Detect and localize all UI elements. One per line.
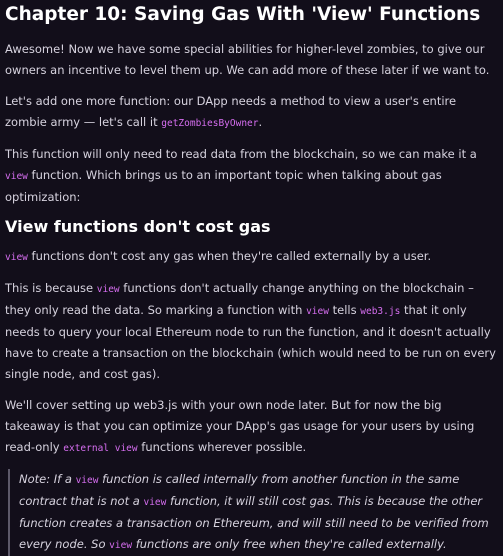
note-text: functions are only free when they're cal… bbox=[132, 537, 447, 551]
title-spacer bbox=[5, 28, 498, 39]
paragraph-text: This is because bbox=[5, 281, 97, 295]
section-heading: View functions don't cost gas bbox=[5, 217, 271, 236]
inline-code: view bbox=[75, 475, 99, 486]
optimization-paragraph: We'll cover setting up web3.js with your… bbox=[5, 395, 498, 459]
paragraph-text: tells bbox=[328, 303, 361, 317]
read-only-paragraph: This function will only need to read dat… bbox=[5, 144, 498, 208]
note-text: Note: If a bbox=[19, 472, 76, 486]
blockchain-explanation-paragraph: This is because view functions don't act… bbox=[5, 278, 498, 385]
paragraph-text: functions don't cost any gas when they'r… bbox=[27, 249, 432, 263]
chapter-title: Chapter 10: Saving Gas With 'View' Funct… bbox=[5, 4, 481, 25]
inline-code: web3.js bbox=[360, 306, 401, 317]
inline-code: view bbox=[306, 306, 329, 317]
inline-code: view bbox=[5, 252, 28, 263]
inline-code: view bbox=[5, 171, 28, 182]
intro-paragraph: Awesome! Now we have some special abilit… bbox=[5, 42, 490, 77]
lesson-page: Chapter 10: Saving Gas With 'View' Funct… bbox=[0, 0, 503, 556]
inline-code: external view bbox=[63, 443, 138, 454]
paragraph-text: function. Which brings us to an importan… bbox=[5, 168, 442, 204]
inline-code: view bbox=[143, 497, 167, 508]
paragraph-text: functions wherever possible. bbox=[137, 440, 307, 454]
view-cost-paragraph: view functions don't cost any gas when t… bbox=[5, 246, 498, 268]
inline-code: getZombiesByOwner bbox=[161, 118, 259, 129]
note-callout: Note: If a view function is called inter… bbox=[8, 469, 498, 556]
paragraph-text: This function will only need to read dat… bbox=[5, 147, 477, 161]
inline-code: view bbox=[109, 540, 133, 551]
function-intro-paragraph: Let's add one more function: our DApp ne… bbox=[5, 91, 498, 134]
inline-code: view bbox=[96, 284, 120, 295]
paragraph-text: . bbox=[258, 115, 263, 129]
